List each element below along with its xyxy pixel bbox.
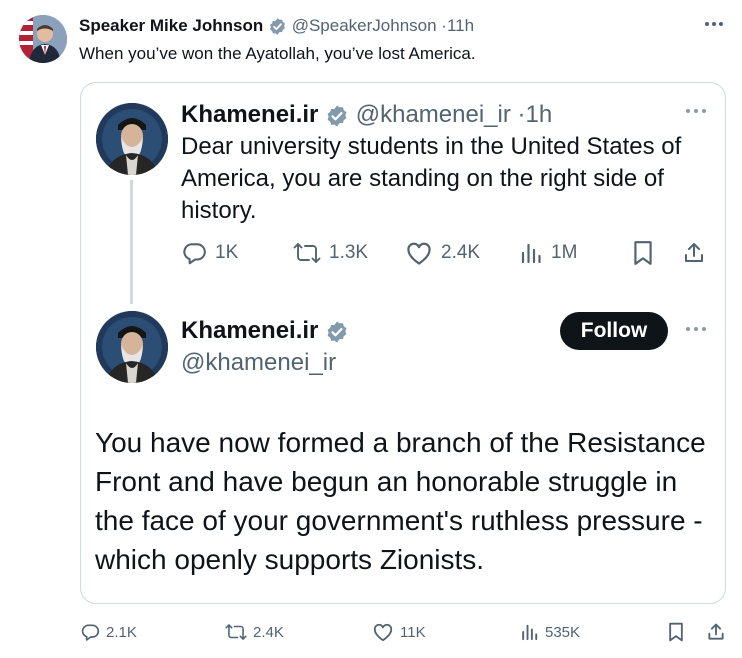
author-handle[interactable]: @khamenei_ir — [356, 101, 511, 128]
bookmark-button[interactable] — [667, 622, 685, 642]
reply-button[interactable]: 2.1K — [80, 622, 137, 642]
views-icon — [520, 622, 539, 642]
reply-count: 1K — [215, 242, 239, 263]
verified-badge-icon — [325, 320, 349, 344]
verified-badge-icon — [325, 104, 349, 128]
khamenei-avatar[interactable] — [96, 103, 168, 175]
views-count: 535K — [545, 623, 581, 641]
reply-count: 2.1K — [106, 623, 137, 641]
reply-icon — [181, 240, 207, 266]
more-dots-icon[interactable] — [704, 14, 724, 34]
bookmark-button[interactable] — [632, 240, 654, 266]
share-button[interactable] — [706, 622, 726, 642]
speaker-johnson-avatar[interactable] — [19, 15, 67, 63]
repost-count: 1.3K — [329, 242, 369, 263]
author-name[interactable]: Khamenei.ir — [181, 101, 318, 128]
follow-button[interactable]: Follow — [560, 312, 668, 350]
share-button[interactable] — [682, 240, 706, 266]
heart-icon — [405, 240, 433, 266]
views-button[interactable]: 535K — [520, 622, 580, 642]
dot-separator: · — [517, 101, 526, 128]
author-name[interactable]: Speaker Mike Johnson — [79, 16, 263, 35]
author-handle[interactable]: @SpeakerJohnson — [292, 16, 437, 35]
views-icon — [519, 240, 543, 266]
share-icon — [706, 622, 726, 642]
quoted-tweet-header: Khamenei.ir @khamenei_ir ·1h — [181, 100, 552, 130]
more-dots-icon[interactable] — [684, 322, 708, 336]
khamenei-avatar[interactable] — [96, 311, 168, 383]
views-button[interactable]: 1M — [519, 240, 577, 266]
repost-count: 2.4K — [253, 623, 284, 641]
like-count: 11K — [400, 623, 426, 641]
more-dots-icon[interactable] — [684, 104, 708, 118]
bookmark-icon — [667, 622, 685, 642]
bookmark-icon — [632, 240, 654, 266]
author-name[interactable]: Khamenei.ir — [181, 317, 318, 344]
outer-tweet-text: When you’ve won the Ayatollah, you’ve lo… — [79, 44, 476, 63]
reply-button[interactable]: 1K — [181, 240, 238, 266]
repost-button[interactable]: 2.4K — [225, 622, 284, 642]
quoted-tweet-text: Dear university students in the United S… — [181, 133, 682, 224]
tweet-time[interactable]: 11h — [447, 16, 474, 35]
reply-icon — [80, 622, 100, 642]
verified-badge-icon — [268, 17, 287, 36]
repost-icon — [293, 240, 321, 266]
quoted-tweet-body: You have now formed a branch of the Resi… — [95, 427, 706, 575]
repost-icon — [225, 622, 247, 642]
tweet-time[interactable]: 1h — [526, 101, 553, 128]
thread-line — [130, 180, 133, 304]
heart-icon — [372, 622, 394, 642]
author-handle[interactable]: @khamenei_ir — [181, 348, 336, 378]
views-count: 1M — [551, 242, 578, 263]
share-icon — [682, 240, 706, 266]
repost-button[interactable]: 1.3K — [293, 240, 368, 266]
like-button[interactable]: 11K — [372, 622, 426, 642]
like-button[interactable]: 2.4K — [405, 240, 480, 266]
outer-tweet-header: Speaker Mike Johnson @SpeakerJohnson ·11… — [79, 15, 474, 37]
quoted-tweet-author: Khamenei.ir — [181, 315, 349, 347]
like-count: 2.4K — [441, 242, 481, 263]
